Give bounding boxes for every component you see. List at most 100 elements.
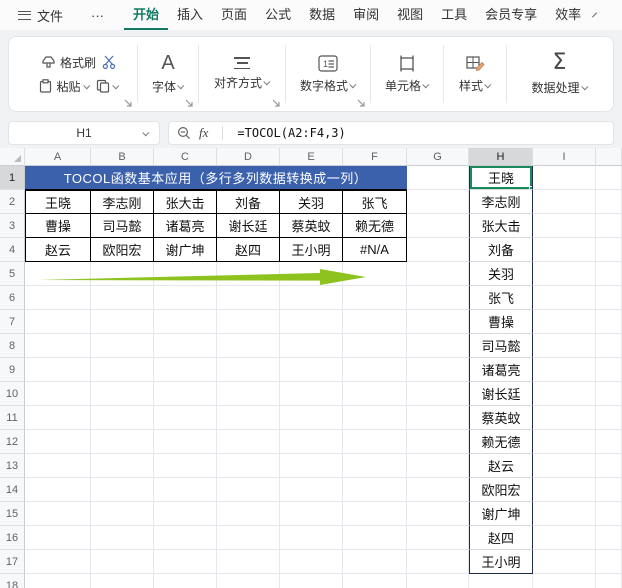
cell-E8[interactable]: [280, 334, 343, 358]
cell-C14[interactable]: [154, 478, 217, 502]
cell-E4[interactable]: 王小明: [280, 238, 343, 262]
cell-C10[interactable]: [154, 382, 217, 406]
cell-G4[interactable]: [407, 238, 469, 262]
col-header-A[interactable]: A: [25, 148, 91, 166]
cell-I15[interactable]: [533, 502, 596, 526]
cell-B10[interactable]: [91, 382, 154, 406]
cell-G2[interactable]: [407, 190, 469, 214]
cell-A4[interactable]: 赵云: [25, 238, 91, 262]
cell-B8[interactable]: [91, 334, 154, 358]
cell-F17[interactable]: [343, 550, 407, 574]
cell-H10[interactable]: 谢长廷: [469, 382, 533, 406]
cell-B12[interactable]: [91, 430, 154, 454]
row-header-1[interactable]: 1: [0, 166, 25, 190]
cell-C9[interactable]: [154, 358, 217, 382]
cell-A11[interactable]: [25, 406, 91, 430]
cell-partial-3[interactable]: [596, 214, 622, 238]
format-painter-button[interactable]: 格式刷: [41, 54, 96, 71]
cell-I10[interactable]: [533, 382, 596, 406]
cell-D12[interactable]: [217, 430, 280, 454]
cell-H3[interactable]: 张大击: [469, 214, 533, 238]
cell-A8[interactable]: [25, 334, 91, 358]
cell-G13[interactable]: [407, 454, 469, 478]
cell-G14[interactable]: [407, 478, 469, 502]
cell-E12[interactable]: [280, 430, 343, 454]
cell-G12[interactable]: [407, 430, 469, 454]
cell-G8[interactable]: [407, 334, 469, 358]
row-header-12[interactable]: 12: [0, 430, 25, 454]
cell-B15[interactable]: [91, 502, 154, 526]
cell-G17[interactable]: [407, 550, 469, 574]
cell-B3[interactable]: 司马懿: [91, 214, 154, 238]
cell-A7[interactable]: [25, 310, 91, 334]
cell-partial-6[interactable]: [596, 286, 622, 310]
alignment-dialog-launcher[interactable]: [272, 99, 281, 108]
cell-H14[interactable]: 欧阳宏: [469, 478, 533, 502]
cell-F6[interactable]: [343, 286, 407, 310]
cell-D17[interactable]: [217, 550, 280, 574]
cell-A9[interactable]: [25, 358, 91, 382]
cell-partial-7[interactable]: [596, 310, 622, 334]
cell-E11[interactable]: [280, 406, 343, 430]
cell-A18[interactable]: [25, 574, 91, 588]
styles-group[interactable]: 样式: [444, 37, 506, 111]
cell-partial-17[interactable]: [596, 550, 622, 574]
row-header-3[interactable]: 3: [0, 214, 25, 238]
clipboard-dialog-launcher[interactable]: [124, 99, 133, 108]
cell-C18[interactable]: [154, 574, 217, 588]
col-header-F[interactable]: F: [343, 148, 407, 166]
cell-G11[interactable]: [407, 406, 469, 430]
cell-G5[interactable]: [407, 262, 469, 286]
cell-H13[interactable]: 赵云: [469, 454, 533, 478]
cell-G1[interactable]: [407, 166, 469, 190]
cell-E9[interactable]: [280, 358, 343, 382]
cell-I14[interactable]: [533, 478, 596, 502]
cell-A17[interactable]: [25, 550, 91, 574]
cell-G18[interactable]: [407, 574, 469, 588]
cell-partial-18[interactable]: [596, 574, 622, 588]
col-header-B[interactable]: B: [91, 148, 154, 166]
cell-H17[interactable]: 王小明: [469, 550, 533, 574]
cell-F12[interactable]: [343, 430, 407, 454]
cell-C12[interactable]: [154, 430, 217, 454]
row-header-4[interactable]: 4: [0, 238, 25, 262]
font-group[interactable]: A 字体: [138, 37, 198, 111]
row-header-6[interactable]: 6: [0, 286, 25, 310]
menu-tab-membership[interactable]: 会员专享: [476, 0, 546, 30]
cell-E15[interactable]: [280, 502, 343, 526]
font-dialog-launcher[interactable]: [185, 99, 194, 108]
cell-G16[interactable]: [407, 526, 469, 550]
cell-H12[interactable]: 赖无德: [469, 430, 533, 454]
cell-F15[interactable]: [343, 502, 407, 526]
cell-I1[interactable]: [533, 166, 596, 190]
file-menu-button[interactable]: 文件: [10, 0, 71, 30]
cell-partial-10[interactable]: [596, 382, 622, 406]
cell-C11[interactable]: [154, 406, 217, 430]
cell-C15[interactable]: [154, 502, 217, 526]
cell-E2[interactable]: 关羽: [280, 190, 343, 214]
cell-E7[interactable]: [280, 310, 343, 334]
cell-partial-4[interactable]: [596, 238, 622, 262]
col-header-I[interactable]: I: [533, 148, 596, 166]
cell-I8[interactable]: [533, 334, 596, 358]
menu-tab-insert[interactable]: 插入: [168, 0, 212, 30]
cell-F2[interactable]: 张飞: [343, 190, 407, 214]
cell-F14[interactable]: [343, 478, 407, 502]
cell-A12[interactable]: [25, 430, 91, 454]
row-header-13[interactable]: 13: [0, 454, 25, 478]
cell-I3[interactable]: [533, 214, 596, 238]
cell-partial-13[interactable]: [596, 454, 622, 478]
cell-D7[interactable]: [217, 310, 280, 334]
cell-D13[interactable]: [217, 454, 280, 478]
cell-F9[interactable]: [343, 358, 407, 382]
cells-group[interactable]: 单元格: [371, 37, 443, 111]
cell-I4[interactable]: [533, 238, 596, 262]
cell-partial-5[interactable]: [596, 262, 622, 286]
cell-A1-title[interactable]: TOCOL函数基本应用（多行多列数据转换成一列）: [25, 166, 407, 190]
cell-I2[interactable]: [533, 190, 596, 214]
cell-F10[interactable]: [343, 382, 407, 406]
col-header-G[interactable]: G: [407, 148, 469, 166]
cell-D8[interactable]: [217, 334, 280, 358]
row-header-7[interactable]: 7: [0, 310, 25, 334]
cell-A3[interactable]: 曹操: [25, 214, 91, 238]
